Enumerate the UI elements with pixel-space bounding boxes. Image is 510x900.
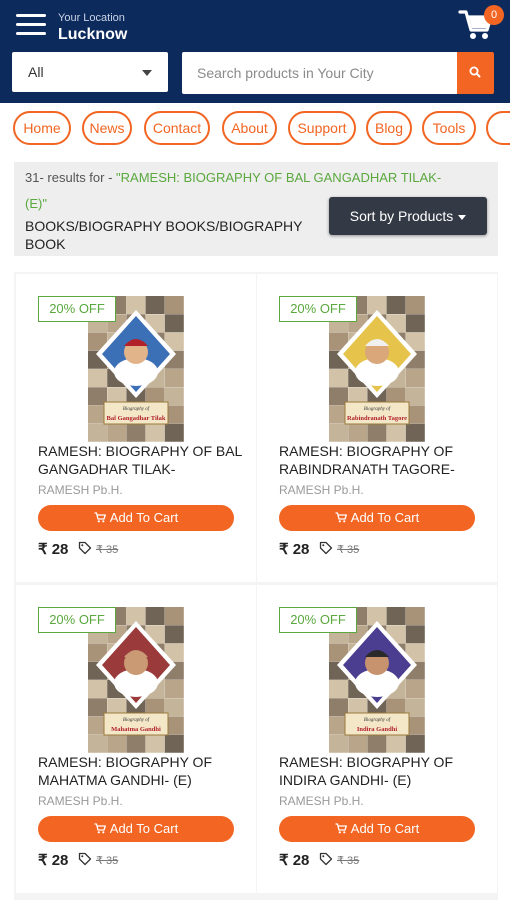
results-query: "RAMESH: BIOGRAPHY OF BAL GANGADHAR TILA…	[116, 170, 442, 185]
cart-count-badge: 0	[484, 5, 504, 25]
product-title[interactable]: RAMESH: BIOGRAPHY OF INDIRA GANDHI- (E)	[279, 753, 489, 789]
product-price: ₹ 28	[38, 852, 69, 869]
product-price: ₹ 28	[279, 541, 310, 558]
caret-down-icon	[458, 214, 467, 220]
product-card[interactable]: 20% OFF Biography of Bal Gangadhar Tilak…	[16, 274, 256, 582]
hamburger-menu-icon[interactable]	[16, 14, 46, 36]
product-title[interactable]: RAMESH: BIOGRAPHY OF BAL GANGADHAR TILAK…	[38, 442, 248, 478]
add-to-cart-button[interactable]: Add To Cart	[38, 505, 234, 531]
add-to-cart-button[interactable]: Add To Cart	[279, 816, 475, 842]
svg-text:Biography of: Biography of	[123, 407, 150, 412]
cover-caption-name: Bal Gangadhar Tilak	[106, 415, 166, 422]
svg-text:Biography of: Biography of	[364, 407, 391, 412]
location-caption: Your Location	[58, 12, 125, 24]
nav-bar: Home News Contact About Support Blog Too…	[0, 104, 510, 152]
product-publisher: RAMESH Pb.H.	[279, 483, 364, 497]
nav-news[interactable]: News	[82, 111, 132, 145]
discount-badge: 20% OFF	[279, 296, 357, 322]
cover-caption-name: Rabindranath Tagore	[346, 415, 408, 422]
add-to-cart-label: Add To Cart	[109, 821, 179, 836]
results-count-line: 31- results for - "RAMESH: BIOGRAPHY OF …	[25, 170, 441, 185]
svg-text:Biography of: Biography of	[123, 718, 150, 723]
product-card[interactable]: 20% OFF Biography of Rabindranath Tagore…	[257, 274, 497, 582]
product-title[interactable]: RAMESH: BIOGRAPHY OF RABINDRANATH TAGORE…	[279, 442, 489, 478]
cart-icon	[335, 823, 347, 834]
nav-about[interactable]: About	[222, 111, 277, 145]
location-city[interactable]: Lucknow	[58, 26, 127, 44]
cart-icon	[94, 512, 106, 523]
category-select-value: All	[28, 64, 44, 80]
tag-icon	[319, 541, 333, 555]
product-card[interactable]: 20% OFF Biography of Mahatma Gandhi RAME…	[16, 585, 256, 893]
tag-icon	[319, 852, 333, 866]
tag-icon	[78, 852, 92, 866]
product-mrp: ₹ 35	[337, 544, 360, 556]
discount-badge: 20% OFF	[279, 607, 357, 633]
nav-support[interactable]: Support	[288, 111, 356, 145]
results-count: 31- results for -	[25, 170, 117, 185]
app-header: Your Location Lucknow 0 All	[0, 0, 510, 103]
cover-caption-name: Mahatma Gandhi	[111, 726, 161, 733]
nav-tools[interactable]: Tools	[422, 111, 476, 145]
add-to-cart-button[interactable]: Add To Cart	[279, 505, 475, 531]
product-price: ₹ 28	[279, 852, 310, 869]
product-mrp: ₹ 35	[96, 544, 119, 556]
product-mrp: ₹ 35	[96, 855, 119, 867]
product-card[interactable]: 20% OFF Biography of Indira Gandhi RAMES…	[257, 585, 497, 893]
add-to-cart-label: Add To Cart	[109, 510, 179, 525]
nav-blog[interactable]: Blog	[366, 111, 412, 145]
search-icon	[469, 66, 481, 78]
discount-badge: 20% OFF	[38, 607, 116, 633]
product-publisher: RAMESH Pb.H.	[38, 794, 123, 808]
product-publisher: RAMESH Pb.H.	[279, 794, 364, 808]
sort-by-button[interactable]: Sort by Products	[329, 197, 487, 235]
category-path: BOOKS/BIOGRAPHY BOOKS/BIOGRAPHY BOOK	[25, 218, 303, 252]
nav-contact[interactable]: Contact	[144, 111, 210, 145]
search-input[interactable]	[182, 52, 457, 94]
sort-by-label: Sort by Products	[349, 208, 454, 224]
discount-badge: 20% OFF	[38, 296, 116, 322]
product-publisher: RAMESH Pb.H.	[38, 483, 123, 497]
product-title[interactable]: RAMESH: BIOGRAPHY OF MAHATMA GANDHI- (E)	[38, 753, 248, 789]
chevron-down-icon	[142, 70, 152, 76]
search-button[interactable]	[457, 52, 494, 94]
cover-caption-name: Indira Gandhi	[356, 726, 398, 733]
cart-icon	[335, 512, 347, 523]
product-grid: 20% OFF Biography of Bal Gangadhar Tilak…	[14, 272, 498, 900]
svg-text:Biography of: Biography of	[364, 718, 391, 723]
category-select[interactable]: All	[12, 52, 168, 92]
product-mrp: ₹ 35	[337, 855, 360, 867]
nav-home[interactable]: Home	[13, 111, 71, 145]
tag-icon	[78, 541, 92, 555]
nav-more[interactable]	[486, 111, 510, 145]
add-to-cart-label: Add To Cart	[350, 821, 420, 836]
results-query-end: (E)"	[25, 196, 47, 211]
add-to-cart-label: Add To Cart	[350, 510, 420, 525]
add-to-cart-button[interactable]: Add To Cart	[38, 816, 234, 842]
cart-icon	[94, 823, 106, 834]
product-price: ₹ 28	[38, 541, 69, 558]
